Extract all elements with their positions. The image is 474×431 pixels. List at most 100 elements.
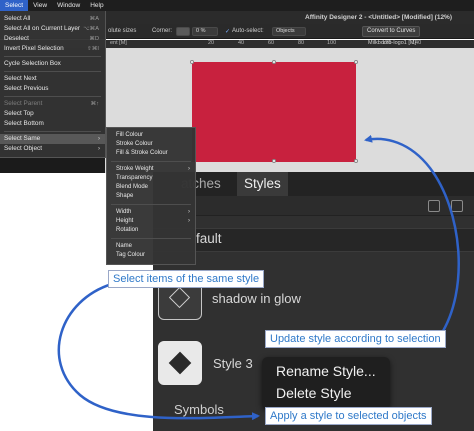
menu-help[interactable]: Help [85, 0, 108, 11]
menu-item-label: Select Top [4, 110, 34, 117]
submenu-item-shape[interactable]: Shape [107, 192, 195, 201]
corner-type-select[interactable] [176, 27, 190, 36]
selection-handle[interactable] [354, 159, 358, 163]
menu-item-label: Select Bottom [4, 120, 44, 127]
menu-item-label: Stroke Weight [116, 166, 154, 172]
menu-item-label: Select Object [4, 145, 43, 152]
menu-divider [4, 56, 101, 57]
submenu-item-transparency[interactable]: Transparency [107, 174, 195, 183]
menu-select[interactable]: Select [0, 0, 29, 11]
submenu-item-width[interactable]: Width › [107, 208, 195, 217]
styles-toolbar [153, 196, 474, 216]
checkmark-icon: ✓ [225, 29, 231, 35]
submenu-item-name[interactable]: Name [107, 242, 195, 251]
ruler-tick-100: 100 [327, 40, 337, 46]
menu-divider [111, 161, 191, 162]
menu-shortcut: ⇧⌘I [87, 46, 99, 52]
rename-style-item[interactable]: Rename Style... [276, 363, 376, 379]
select-same-submenu: Fill Colour Stroke Colour Fill & Stroke … [106, 127, 196, 265]
add-style-icon[interactable] [428, 200, 440, 212]
menu-divider [4, 131, 101, 132]
diamond-outline-icon [168, 286, 191, 309]
menu-divider [111, 204, 191, 205]
menu-item-label: Select All on Current Layer [4, 25, 81, 32]
menu-item-select-same[interactable]: Select Same › [0, 134, 105, 144]
chevron-right-icon: › [188, 218, 190, 224]
menu-item-select-parent: Select Parent ⌘↑ [0, 99, 105, 109]
menu-item-select-all[interactable]: Select All ⌘A [0, 14, 105, 24]
convert-to-curves-button[interactable]: Convert to Curves [362, 26, 421, 37]
callout-select-same: Select items of the same style [108, 270, 265, 288]
menu-shortcut: ⌘D [89, 36, 99, 42]
menu-item-label: Select Next [4, 75, 37, 82]
style-context-menu: Rename Style... Delete Style [262, 357, 390, 409]
doc-tab-left[interactable]: ent [M] [110, 40, 127, 46]
diamond-filled-icon [168, 351, 192, 375]
menu-item-select-top[interactable]: Select Top [0, 109, 105, 119]
menu-item-select-next[interactable]: Select Next [0, 74, 105, 84]
auto-select-dropdown[interactable]: Objects [272, 27, 306, 36]
delete-style-item[interactable]: Delete Style [276, 385, 351, 401]
panel-tabs: atches Styles [153, 172, 474, 196]
scale-option-label[interactable]: olute sizes [108, 28, 136, 34]
menu-item-deselect[interactable]: Deselect ⌘D [0, 34, 105, 44]
ruler-tick-60: 60 [268, 40, 275, 46]
chevron-right-icon: › [98, 146, 100, 152]
menu-view[interactable]: View [28, 0, 52, 11]
menu-shortcut: ⌘A [89, 16, 99, 22]
ruler-tick-40: 40 [238, 40, 245, 46]
selection-handle[interactable] [354, 60, 358, 64]
menu-divider [4, 96, 101, 97]
menu-shortcut: ⌘↑ [90, 101, 99, 107]
selected-rectangle[interactable] [192, 62, 356, 162]
submenu-item-blend-mode[interactable]: Blend Mode [107, 183, 195, 192]
menu-item-label: Height [116, 218, 134, 224]
submenu-item-rotation[interactable]: Rotation [107, 226, 195, 235]
menu-bar: Select View Window Help [0, 0, 474, 11]
corner-label: Corner: [152, 28, 173, 34]
ruler-tick-80: 80 [298, 40, 305, 46]
style-options-icon[interactable] [451, 200, 463, 212]
style-name-style3[interactable]: Style 3 [213, 356, 253, 371]
menu-shortcut: ⌥⌘A [83, 26, 99, 32]
menu-item-label: Select Previous [4, 85, 49, 92]
window-title: Affinity Designer 2 - <Untitled> [Modifi… [305, 14, 452, 21]
selection-handle[interactable] [272, 60, 276, 64]
chevron-right-icon: › [98, 136, 100, 142]
menu-item-label: Cycle Selection Box [4, 60, 61, 67]
menu-item-select-previous[interactable]: Select Previous [0, 84, 105, 94]
style-category-value: fault [196, 231, 222, 246]
style-name-shadow[interactable]: shadow in glow [212, 291, 301, 306]
submenu-item-stroke-weight[interactable]: Stroke Weight › [107, 165, 195, 174]
menu-window[interactable]: Window [52, 0, 85, 11]
menu-item-label: Deselect [4, 35, 29, 42]
selection-handle[interactable] [190, 60, 194, 64]
menu-divider [111, 238, 191, 239]
menu-item-select-object[interactable]: Select Object › [0, 144, 105, 154]
corner-value-field[interactable]: 0 % [192, 27, 218, 36]
chevron-right-icon: › [188, 166, 190, 172]
menu-item-invert-pixel-selection[interactable]: Invert Pixel Selection ⇧⌘I [0, 44, 105, 54]
selection-handle[interactable] [272, 159, 276, 163]
submenu-item-tag-colour[interactable]: Tag Colour [107, 251, 195, 260]
menu-divider [4, 71, 101, 72]
submenu-item-fill-stroke-colour[interactable]: Fill & Stroke Colour [107, 149, 195, 158]
menu-item-select-all-layer[interactable]: Select All on Current Layer ⌥⌘A [0, 24, 105, 34]
menu-item-label: Width [116, 209, 132, 215]
submenu-item-fill-colour[interactable]: Fill Colour [107, 131, 195, 140]
submenu-item-stroke-colour[interactable]: Stroke Colour [107, 140, 195, 149]
menu-item-label: Invert Pixel Selection [4, 45, 64, 52]
style-thumbnail-style3[interactable] [158, 341, 202, 385]
document-tab[interactable]: Milkbomb-logo1 [M] [368, 40, 416, 46]
tab-styles[interactable]: Styles [237, 172, 288, 196]
callout-apply-style: Apply a style to selected objects [265, 407, 432, 425]
tab-symbols[interactable]: Symbols [174, 402, 224, 417]
menu-item-label: Select Same [4, 135, 41, 142]
chevron-right-icon: › [188, 209, 190, 215]
menu-item-select-bottom[interactable]: Select Bottom [0, 119, 105, 129]
auto-select-label: Auto-select: [232, 28, 264, 34]
submenu-item-height[interactable]: Height › [107, 217, 195, 226]
ruler-tick-20: 20 [208, 40, 215, 46]
menu-item-label: Select Parent [4, 100, 43, 107]
menu-item-cycle-selection-box[interactable]: Cycle Selection Box [0, 59, 105, 69]
